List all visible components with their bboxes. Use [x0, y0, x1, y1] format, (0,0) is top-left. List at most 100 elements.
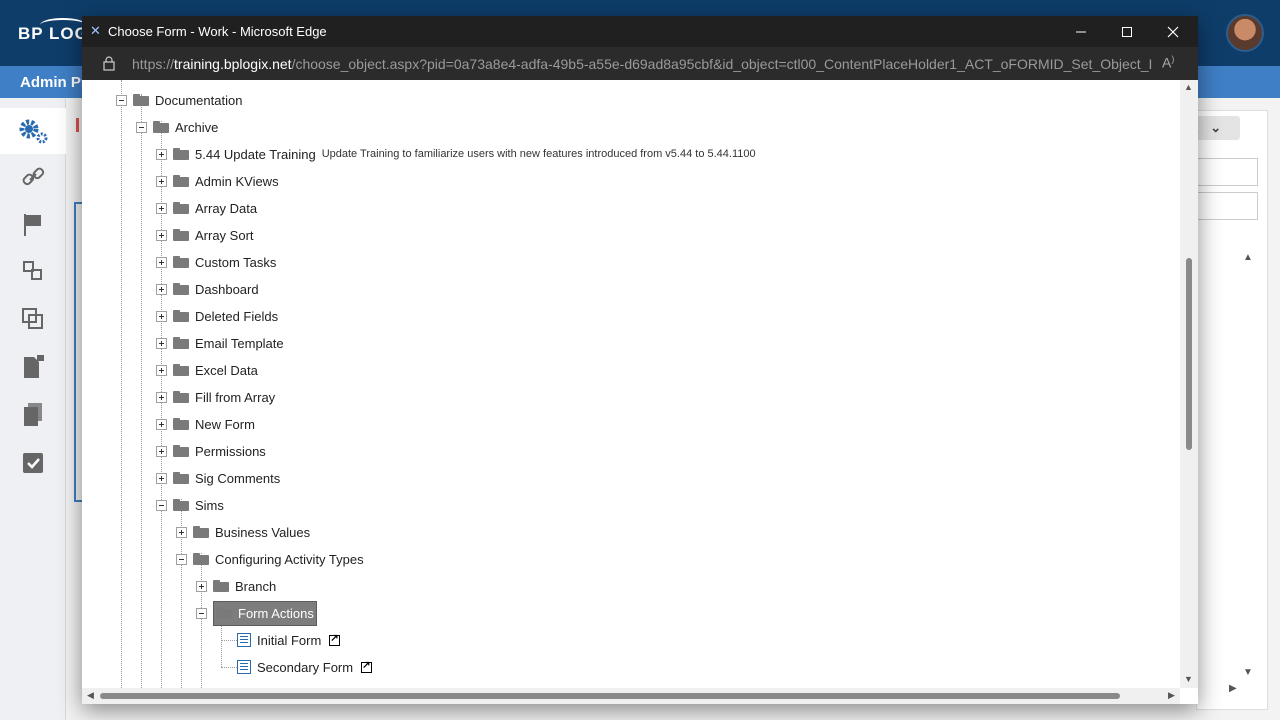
collapse-icon[interactable]	[116, 94, 127, 106]
folder-icon	[173, 337, 189, 349]
tree-node-permissions[interactable]: Permissions	[156, 440, 266, 462]
background-field-2[interactable]	[1196, 192, 1258, 220]
nav-title[interactable]: Admin Pr	[20, 74, 87, 91]
folder-icon	[173, 310, 189, 322]
expand-icon[interactable]	[156, 472, 167, 484]
sidebar-item-copy[interactable]	[0, 296, 66, 342]
scroll-left-arrow-icon[interactable]: ◀	[87, 690, 94, 701]
node-label: Sig Comments	[195, 470, 281, 486]
node-label: Permissions	[195, 443, 266, 459]
expand-icon[interactable]	[156, 337, 167, 349]
tree-node-custom-tasks[interactable]: Custom Tasks	[156, 251, 276, 273]
tree-node-dashboard[interactable]: Dashboard	[156, 278, 259, 300]
sidebar-item-settings[interactable]	[0, 108, 66, 154]
tree-node-documentation[interactable]: Documentation	[116, 89, 242, 111]
edge-app-icon: ✕	[90, 23, 101, 38]
node-label: Archive	[175, 119, 219, 135]
sidebar-item-checklist[interactable]	[0, 440, 66, 486]
vertical-scrollbar[interactable]: ▲ ▼	[1180, 80, 1198, 688]
node-label: Array Data	[195, 200, 258, 216]
tree-node-email-template[interactable]: Email Template	[156, 332, 284, 354]
background-field-1[interactable]	[1196, 158, 1258, 186]
sidebar-item-process[interactable]	[0, 248, 66, 294]
tree-node-secondary-form[interactable]: Secondary Form	[237, 656, 373, 678]
expand-icon[interactable]	[176, 526, 187, 538]
folder-icon	[173, 445, 189, 457]
folder-icon	[173, 472, 189, 484]
tree-node-5-44-update-training[interactable]: 5.44 Update Training Update Training to …	[156, 143, 756, 165]
app-logo: BP LOG	[18, 24, 89, 43]
scroll-right-icon[interactable]: ▶	[1229, 683, 1237, 694]
tree-node-sims[interactable]: Sims	[156, 494, 224, 516]
scroll-right-arrow-icon[interactable]: ▶	[1168, 690, 1175, 701]
horizontal-scrollbar[interactable]: ◀ ▶	[82, 688, 1180, 704]
collapse-icon[interactable]	[196, 607, 207, 619]
expand-icon[interactable]	[156, 418, 167, 430]
tree-line	[141, 94, 142, 704]
tree-node-array-data[interactable]: Array Data	[156, 197, 257, 219]
process-icon	[23, 261, 42, 280]
close-button[interactable]	[1150, 16, 1196, 47]
selected-node[interactable]: Form Actions	[213, 600, 317, 626]
scroll-down-icon[interactable]: ▼	[1243, 667, 1253, 678]
node-label: Branch	[235, 578, 277, 594]
lock-icon[interactable]	[102, 56, 116, 71]
user-avatar[interactable]	[1226, 14, 1264, 52]
tree-node-array-sort[interactable]: Array Sort	[156, 224, 254, 246]
minimize-button[interactable]	[1058, 16, 1104, 47]
collapse-icon[interactable]	[176, 553, 187, 565]
read-aloud-icon[interactable]: A)	[1162, 54, 1174, 71]
tree-node-archive[interactable]: Archive	[136, 116, 218, 138]
sidebar-item-locked[interactable]	[0, 344, 66, 390]
app-sidebar	[0, 98, 66, 720]
expand-icon[interactable]	[156, 256, 167, 268]
expand-icon[interactable]	[156, 310, 167, 322]
scroll-up-icon[interactable]: ▲	[1243, 252, 1253, 263]
url-field[interactable]: https://training.bplogix.net/choose_obje…	[132, 56, 1152, 72]
sidebar-item-flags[interactable]	[0, 202, 66, 248]
horizontal-scroll-thumb[interactable]	[100, 693, 1120, 699]
sidebar-item-documents[interactable]	[0, 392, 66, 438]
external-link-icon[interactable]	[329, 633, 341, 646]
tree-node-fill-from-array[interactable]: Fill from Array	[156, 386, 275, 408]
flag-icon	[24, 214, 41, 236]
tree-node-excel-data[interactable]: Excel Data	[156, 359, 258, 381]
expand-icon[interactable]	[156, 364, 167, 376]
folder-icon	[173, 229, 189, 241]
expand-icon[interactable]	[156, 283, 167, 295]
vertical-scroll-thumb[interactable]	[1186, 258, 1192, 450]
scroll-up-arrow-icon[interactable]: ▲	[1184, 82, 1193, 92]
collapse-icon[interactable]	[136, 121, 147, 133]
node-label: Fill from Array	[195, 389, 276, 405]
scroll-down-arrow-icon[interactable]: ▼	[1184, 674, 1193, 684]
window-titlebar[interactable]: ✕ Choose Form - Work - Microsoft Edge	[82, 16, 1198, 47]
tree-node-business-values[interactable]: Business Values	[176, 521, 310, 543]
link-icon	[22, 167, 45, 186]
tree-node-initial-form[interactable]: Initial Form	[237, 629, 341, 651]
tree-node-new-form[interactable]: New Form	[156, 413, 255, 435]
tree-node-deleted-fields[interactable]: Deleted Fields	[156, 305, 278, 327]
node-label: Sims	[195, 497, 224, 513]
expand-icon[interactable]	[156, 391, 167, 403]
node-label: New Form	[195, 416, 255, 432]
tree-node-branch[interactable]: Branch	[196, 575, 276, 597]
tree-node-form-actions[interactable]: Form Actions	[196, 600, 317, 626]
expand-icon[interactable]	[156, 229, 167, 241]
node-label: Email Template	[195, 335, 284, 351]
tree-node-sig-comments[interactable]: Sig Comments	[156, 467, 280, 489]
tree-node-configuring-activity-types[interactable]: Configuring Activity Types	[176, 548, 364, 570]
external-link-icon[interactable]	[361, 660, 373, 673]
tree-node-admin-kviews[interactable]: Admin KViews	[156, 170, 279, 192]
sidebar-item-links[interactable]	[0, 154, 66, 200]
expand-icon[interactable]	[156, 175, 167, 187]
folder-icon	[173, 202, 189, 214]
url-prefix: https://	[132, 56, 175, 72]
expand-icon[interactable]	[196, 580, 207, 592]
node-label: Form Actions	[238, 605, 314, 621]
expand-icon[interactable]	[156, 445, 167, 457]
expand-icon[interactable]	[156, 202, 167, 214]
url-path: /choose_object.aspx?pid=0a73a8e4-adfa-49…	[291, 56, 1152, 72]
collapse-icon[interactable]	[156, 499, 167, 511]
maximize-button[interactable]	[1104, 16, 1150, 47]
expand-icon[interactable]	[156, 148, 167, 160]
